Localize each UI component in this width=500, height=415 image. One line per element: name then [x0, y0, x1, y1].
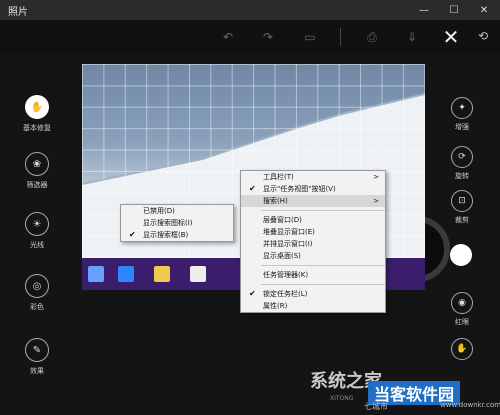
tool-filters[interactable]: ❀ 筛选器	[14, 152, 60, 190]
maximize-button[interactable]: ☐	[440, 0, 468, 20]
compare-icon[interactable]: ▭	[300, 26, 320, 48]
context-menu: 工具栏(T) > ✔ 显示"任务视图"按钮(V) 搜索(H) > 层叠窗口(D) 堆叠…	[240, 170, 386, 313]
menu-item-toolbars[interactable]: 工具栏(T) >	[241, 171, 385, 183]
menu-item-show-desktop[interactable]: 显示桌面(S)	[241, 250, 385, 262]
submenu-item-show-icon[interactable]: 显示搜索图标(I)	[121, 217, 233, 229]
watermark-subtext: XITONG	[330, 395, 354, 402]
tool-label: 增强	[455, 123, 469, 131]
redo-icon[interactable]: ↷	[258, 26, 278, 48]
watermark-city: 七城市	[364, 402, 388, 411]
rotate-icon: ⟳	[451, 146, 473, 168]
menu-item-properties[interactable]: 属性(R)	[241, 300, 385, 312]
close-window-button[interactable]: ✕	[470, 0, 498, 20]
tool-basic-fix[interactable]: ✋ 基本修复	[14, 95, 60, 133]
tool-label: 红眼	[455, 318, 469, 326]
hand-icon: ✋	[25, 95, 49, 119]
tool-color[interactable]: ◎ 彩色	[14, 274, 60, 312]
title-bar: 照片 — ☐ ✕	[0, 0, 500, 20]
tool-label: 基本修复	[23, 124, 51, 132]
hand-icon: ✋	[451, 338, 473, 360]
search-submenu: 已禁用(D) 显示搜索图标(I) ✔ 显示搜索框(B)	[120, 204, 234, 242]
tool-rotate[interactable]: ⟳ 旋转	[448, 146, 476, 181]
tool-effects[interactable]: ✎ 效果	[14, 338, 60, 376]
menu-item-lock-taskbar[interactable]: ✔ 锁定任务栏(L)	[241, 288, 385, 300]
menu-separator	[261, 265, 385, 266]
tool-label: 筛选器	[26, 181, 48, 189]
sun-icon: ☀	[25, 212, 49, 236]
edit-toolbar: ↶ ↷ ▭ ⎙ ⇓ ✕ ⟲	[0, 20, 500, 54]
crop-icon: ⊡	[451, 190, 473, 212]
submenu-item-disabled[interactable]: 已禁用(D)	[121, 205, 233, 217]
submenu-item-show-box[interactable]: ✔ 显示搜索框(B)	[121, 229, 233, 241]
tool-light[interactable]: ☀ 光线	[14, 212, 60, 250]
eye-icon: ◉	[451, 292, 473, 314]
menu-item-side-by-side[interactable]: 并排显示窗口(I)	[241, 238, 385, 250]
magic-wand-icon: ✦	[451, 97, 473, 119]
folder-icon	[154, 266, 170, 282]
store-icon	[190, 266, 206, 282]
dial-handle[interactable]	[450, 244, 472, 266]
menu-item-stack[interactable]: 堆叠显示窗口(E)	[241, 226, 385, 238]
tool-label: 裁剪	[455, 216, 469, 224]
app-title: 照片	[8, 7, 28, 18]
tool-red-eye[interactable]: ◉ 红眼	[448, 292, 476, 327]
menu-separator	[261, 210, 385, 211]
menu-item-task-manager[interactable]: 任务管理器(K)	[241, 269, 385, 281]
cancel-edit-button[interactable]: ✕	[438, 24, 464, 50]
tool-label: 光线	[30, 241, 44, 249]
minimize-button[interactable]: —	[410, 0, 438, 20]
save-icon[interactable]: ⇓	[402, 26, 422, 48]
watermark-url: www.downkr.com	[440, 401, 500, 409]
tool-crop[interactable]: ⊡ 裁剪	[448, 190, 476, 225]
taskview-icon	[88, 266, 104, 282]
tool-label: 彩色	[30, 303, 44, 311]
toolbar-divider	[340, 28, 341, 46]
save-copy-icon[interactable]: ⎙	[362, 26, 382, 48]
menu-item-cascade[interactable]: 层叠窗口(D)	[241, 214, 385, 226]
tool-spot-fix[interactable]: ✋	[448, 338, 476, 363]
tool-enhance[interactable]: ✦ 增强	[448, 97, 476, 132]
menu-item-taskview[interactable]: ✔ 显示"任务视图"按钮(V)	[241, 183, 385, 195]
palette-icon: ◎	[25, 274, 49, 298]
undo-icon[interactable]: ↶	[218, 26, 238, 48]
tool-label: 旋转	[455, 172, 469, 180]
filter-icon: ❀	[25, 152, 49, 176]
back-icon[interactable]: ⟲	[474, 27, 492, 45]
edge-icon	[118, 266, 134, 282]
menu-separator	[261, 284, 385, 285]
tool-label: 效果	[30, 367, 44, 375]
effects-icon: ✎	[25, 338, 49, 362]
menu-item-search[interactable]: 搜索(H) >	[241, 195, 385, 207]
